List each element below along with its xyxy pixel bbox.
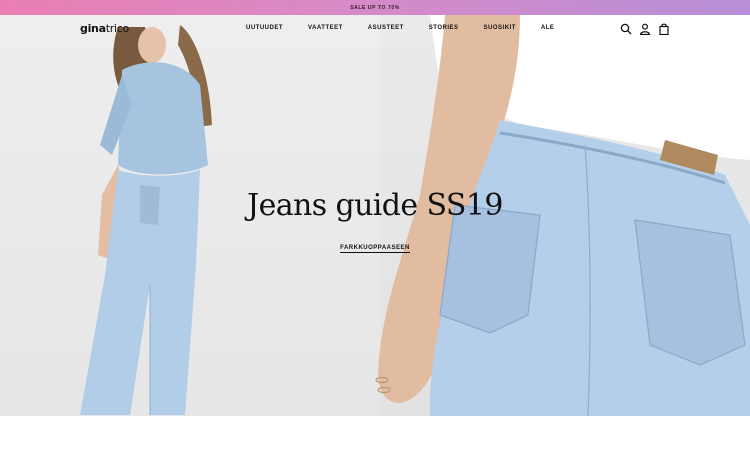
nav-item-uutuudet[interactable]: UUTUUDET <box>246 25 283 31</box>
nav-item-ale[interactable]: ALE <box>541 25 555 31</box>
nav-item-vaatteet[interactable]: VAATTEET <box>308 25 343 31</box>
brand-logo[interactable]: ginatrico <box>80 22 129 35</box>
account-icon[interactable] <box>639 23 651 35</box>
nav-item-asusteet[interactable]: ASUSTEET <box>368 25 404 31</box>
right-jeans-pocket-1 <box>439 204 541 334</box>
promo-text: SALE UP TO 70% <box>350 4 400 11</box>
content-below-hero <box>0 416 750 450</box>
hero-cta: FARKKUOPPAASEEN <box>0 236 750 254</box>
hero-title: Jeans guide SS19 <box>247 188 503 223</box>
nav-item-suosikit[interactable]: SUOSIKIT <box>484 25 516 31</box>
hero-cta-link[interactable]: FARKKUOPPAASEEN <box>340 245 410 253</box>
denim-jacket <box>118 62 208 175</box>
site-header: ginatrico UUTUUDET VAATTEET ASUSTEET STO… <box>0 15 750 43</box>
bag-icon[interactable] <box>658 23 670 35</box>
nav-item-stories[interactable]: STORIES <box>429 25 459 31</box>
main-nav: UUTUUDET VAATTEET ASUSTEET STORIES SUOSI… <box>246 25 579 31</box>
header-icons <box>620 23 670 35</box>
promo-banner[interactable]: SALE UP TO 70% <box>0 0 750 15</box>
search-icon[interactable] <box>620 23 632 35</box>
